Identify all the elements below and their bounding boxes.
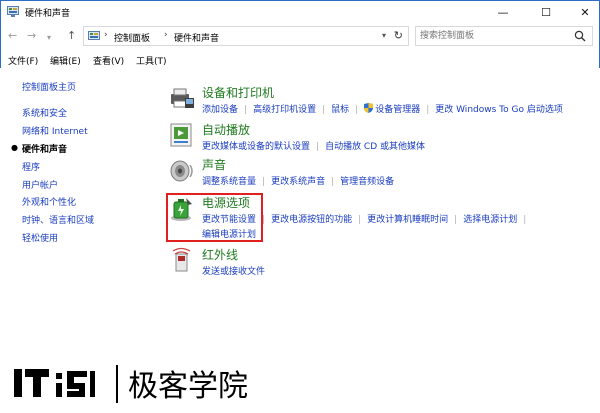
current-item-bullet-icon: ●	[11, 143, 18, 152]
category-title[interactable]: 自动播放	[202, 121, 250, 138]
title-bar: 硬件和声音 — ☐ ✕	[0, 0, 600, 22]
recent-locations-chevron-icon[interactable]: ▾	[47, 32, 51, 44]
category-links: 发送或接收文件	[202, 264, 265, 277]
link-divider: |	[262, 177, 266, 187]
close-button[interactable]: ✕	[571, 1, 599, 23]
link-divider: |	[426, 105, 430, 115]
printer-icon	[171, 88, 194, 108]
menu-tools[interactable]: 工具(T)	[136, 54, 167, 67]
category-title[interactable]: 设备和打印机	[202, 84, 274, 101]
category-infrared: 红外线 发送或接收文件	[168, 246, 593, 282]
category-links: 添加设备 | 高级打印机设置 | 鼠标 | 设备管理器 | 更改 Windows To Go 启…	[202, 102, 563, 115]
breadcrumb-control-panel[interactable]: 控制面板	[114, 31, 150, 44]
sidebar-item-ease-of-access[interactable]: 轻松使用	[22, 231, 58, 244]
autoplay-icon	[170, 123, 192, 147]
address-row: ← → ▾ ↑ › 控制面板 › 硬件和声音 ▾ ↻	[0, 22, 600, 50]
control-panel-icon	[88, 31, 100, 40]
sidebar-item-hardware-sound[interactable]: 硬件和声音	[22, 142, 67, 155]
control-panel-icon	[7, 6, 19, 17]
link-divider: |	[244, 105, 248, 115]
menu-file[interactable]: 文件(F)	[8, 54, 38, 67]
sidebar-item-user-accounts[interactable]: 用户帐户	[22, 178, 58, 191]
link-divider: |	[523, 215, 527, 225]
menu-edit[interactable]: 编辑(E)	[50, 54, 81, 67]
link-mouse[interactable]: 鼠标	[331, 105, 349, 115]
up-arrow-icon[interactable]: ↑	[67, 30, 76, 42]
breadcrumb-separator-icon[interactable]: ›	[104, 30, 108, 40]
back-arrow-icon[interactable]: ←	[8, 30, 17, 42]
forward-arrow-icon[interactable]: →	[27, 30, 36, 42]
watermark-logo: 极客学院	[12, 361, 332, 405]
link-choose-power-plan[interactable]: 选择电源计划	[463, 215, 517, 225]
link-change-system-sounds[interactable]: 更改系统声音	[271, 177, 325, 187]
category-links: 调整系统音量 | 更改系统声音 | 管理音频设备	[202, 174, 394, 187]
link-add-device[interactable]: 添加设备	[202, 105, 238, 115]
breadcrumb-hardware-sound[interactable]: 硬件和声音	[174, 31, 219, 44]
highlight-box	[166, 193, 263, 242]
search-box[interactable]	[415, 26, 593, 46]
menu-bar: 文件(F) 编辑(E) 查看(V) 工具(T)	[0, 50, 600, 68]
search-input[interactable]	[420, 29, 570, 43]
category-autoplay: 自动播放 更改媒体或设备的默认设置 | 自动播放 CD 或其他媒体	[168, 121, 593, 157]
category-title[interactable]: 声音	[202, 156, 226, 173]
menu-view[interactable]: 查看(V)	[93, 54, 124, 67]
link-power-button-behavior[interactable]: 更改电源按钮的功能	[271, 215, 352, 225]
maximize-button[interactable]: ☐	[532, 1, 560, 23]
link-sleep-time[interactable]: 更改计算机睡眠时间	[367, 215, 448, 225]
infrared-icon	[172, 247, 191, 272]
link-windows-to-go[interactable]: 更改 Windows To Go 启动选项	[435, 105, 563, 115]
link-change-default-media[interactable]: 更改媒体或设备的默认设置	[202, 142, 310, 152]
link-manage-audio-devices[interactable]: 管理音频设备	[340, 177, 394, 187]
refresh-icon[interactable]: ↻	[394, 29, 403, 42]
link-advanced-printer-settings[interactable]: 高级打印机设置	[253, 105, 316, 115]
address-bar[interactable]: › 控制面板 › 硬件和声音 ▾ ↻	[83, 26, 409, 46]
category-devices-printers: 设备和打印机 添加设备 | 高级打印机设置 | 鼠标 | 设备管理器 | 更改 Windows …	[168, 84, 593, 120]
category-sound: 声音 调整系统音量 | 更改系统声音 | 管理音频设备	[168, 156, 593, 192]
search-icon[interactable]	[574, 30, 586, 42]
uac-shield-icon	[364, 103, 374, 113]
breadcrumb-separator-icon[interactable]: ›	[164, 30, 168, 40]
sidebar-item-appearance[interactable]: 外观和个性化	[22, 195, 76, 208]
link-adjust-volume[interactable]: 调整系统音量	[202, 177, 256, 187]
window-title: 硬件和声音	[25, 9, 71, 19]
sidebar-item-programs[interactable]: 程序	[22, 160, 40, 173]
category-title[interactable]: 红外线	[202, 246, 238, 263]
category-links: 更改媒体或设备的默认设置 | 自动播放 CD 或其他媒体	[202, 139, 425, 152]
sidebar-item-clock-region[interactable]: 时钟、语言和区域	[22, 213, 94, 226]
link-divider: |	[355, 105, 359, 115]
link-divider: |	[316, 142, 320, 152]
link-send-receive-files[interactable]: 发送或接收文件	[202, 267, 265, 277]
jikexueyuan-logo: 极客学院	[14, 365, 248, 404]
watermark-brand-cn: 极客学院	[128, 369, 248, 404]
link-divider: |	[331, 177, 335, 187]
sidebar-item-network[interactable]: 网络和 Internet	[22, 124, 88, 137]
link-divider: |	[322, 105, 326, 115]
link-divider: |	[454, 215, 458, 225]
sidebar-item-home[interactable]: 控制面板主页	[22, 80, 76, 93]
link-device-manager[interactable]: 设备管理器	[375, 105, 420, 115]
link-autoplay-cd[interactable]: 自动播放 CD 或其他媒体	[325, 142, 425, 152]
address-dropdown-chevron-icon[interactable]: ▾	[382, 31, 386, 40]
link-divider: |	[358, 215, 362, 225]
speaker-icon	[170, 160, 193, 182]
sidebar-item-security[interactable]: 系统和安全	[22, 106, 67, 119]
minimize-button[interactable]: —	[489, 1, 517, 23]
